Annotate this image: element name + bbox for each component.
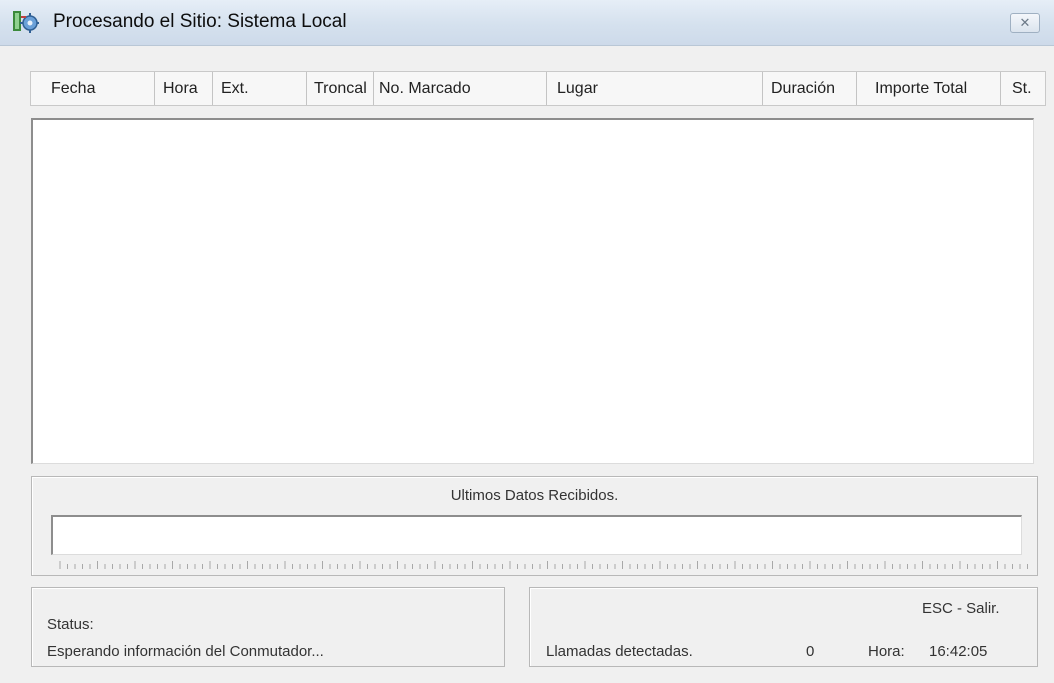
title-bar[interactable]: Procesando el Sitio: Sistema Local ✕	[0, 0, 1054, 46]
esc-exit-hint: ESC - Salir.	[922, 600, 1000, 617]
calls-detected-label: Llamadas detectadas.	[546, 643, 693, 660]
column-hora[interactable]: Hora	[155, 72, 213, 105]
column-duracion[interactable]: Duración	[763, 72, 857, 105]
column-fecha[interactable]: Fecha	[31, 72, 155, 105]
received-data-label: Ultimos Datos Recibidos.	[450, 487, 619, 504]
close-icon: ✕	[1019, 15, 1031, 30]
column-no-marcado[interactable]: No. Marcado	[374, 72, 547, 105]
column-troncal[interactable]: Troncal	[307, 72, 374, 105]
gear-network-icon	[13, 11, 39, 33]
status-label: Status:	[47, 616, 94, 633]
calls-detected-count: 0	[806, 643, 815, 660]
column-header: Fecha Hora Ext. Troncal No. Marcado Luga…	[30, 71, 1046, 106]
received-data-panel: Ultimos Datos Recibidos.	[31, 476, 1038, 576]
counter-panel: ESC - Salir. Llamadas detectadas. 0 Hora…	[529, 587, 1038, 667]
calls-list[interactable]	[31, 118, 1034, 464]
ruler-scale	[59, 561, 1028, 569]
app-window: Procesando el Sitio: Sistema Local ✕ Fec…	[0, 0, 1054, 683]
status-message: Esperando información del Conmutador...	[47, 643, 324, 660]
close-button[interactable]: ✕	[1010, 13, 1040, 33]
column-lugar[interactable]: Lugar	[547, 72, 763, 105]
time-value: 16:42:05	[929, 643, 988, 660]
received-data-field[interactable]	[51, 515, 1022, 555]
client-area: Fecha Hora Ext. Troncal No. Marcado Luga…	[8, 46, 1046, 674]
window-title: Procesando el Sitio: Sistema Local	[53, 11, 347, 32]
time-label: Hora:	[868, 643, 905, 660]
column-st[interactable]: St.	[1001, 72, 1045, 105]
column-importe-total[interactable]: Importe Total	[857, 72, 1001, 105]
column-ext[interactable]: Ext.	[213, 72, 307, 105]
status-panel: Status: Esperando información del Conmut…	[31, 587, 505, 667]
